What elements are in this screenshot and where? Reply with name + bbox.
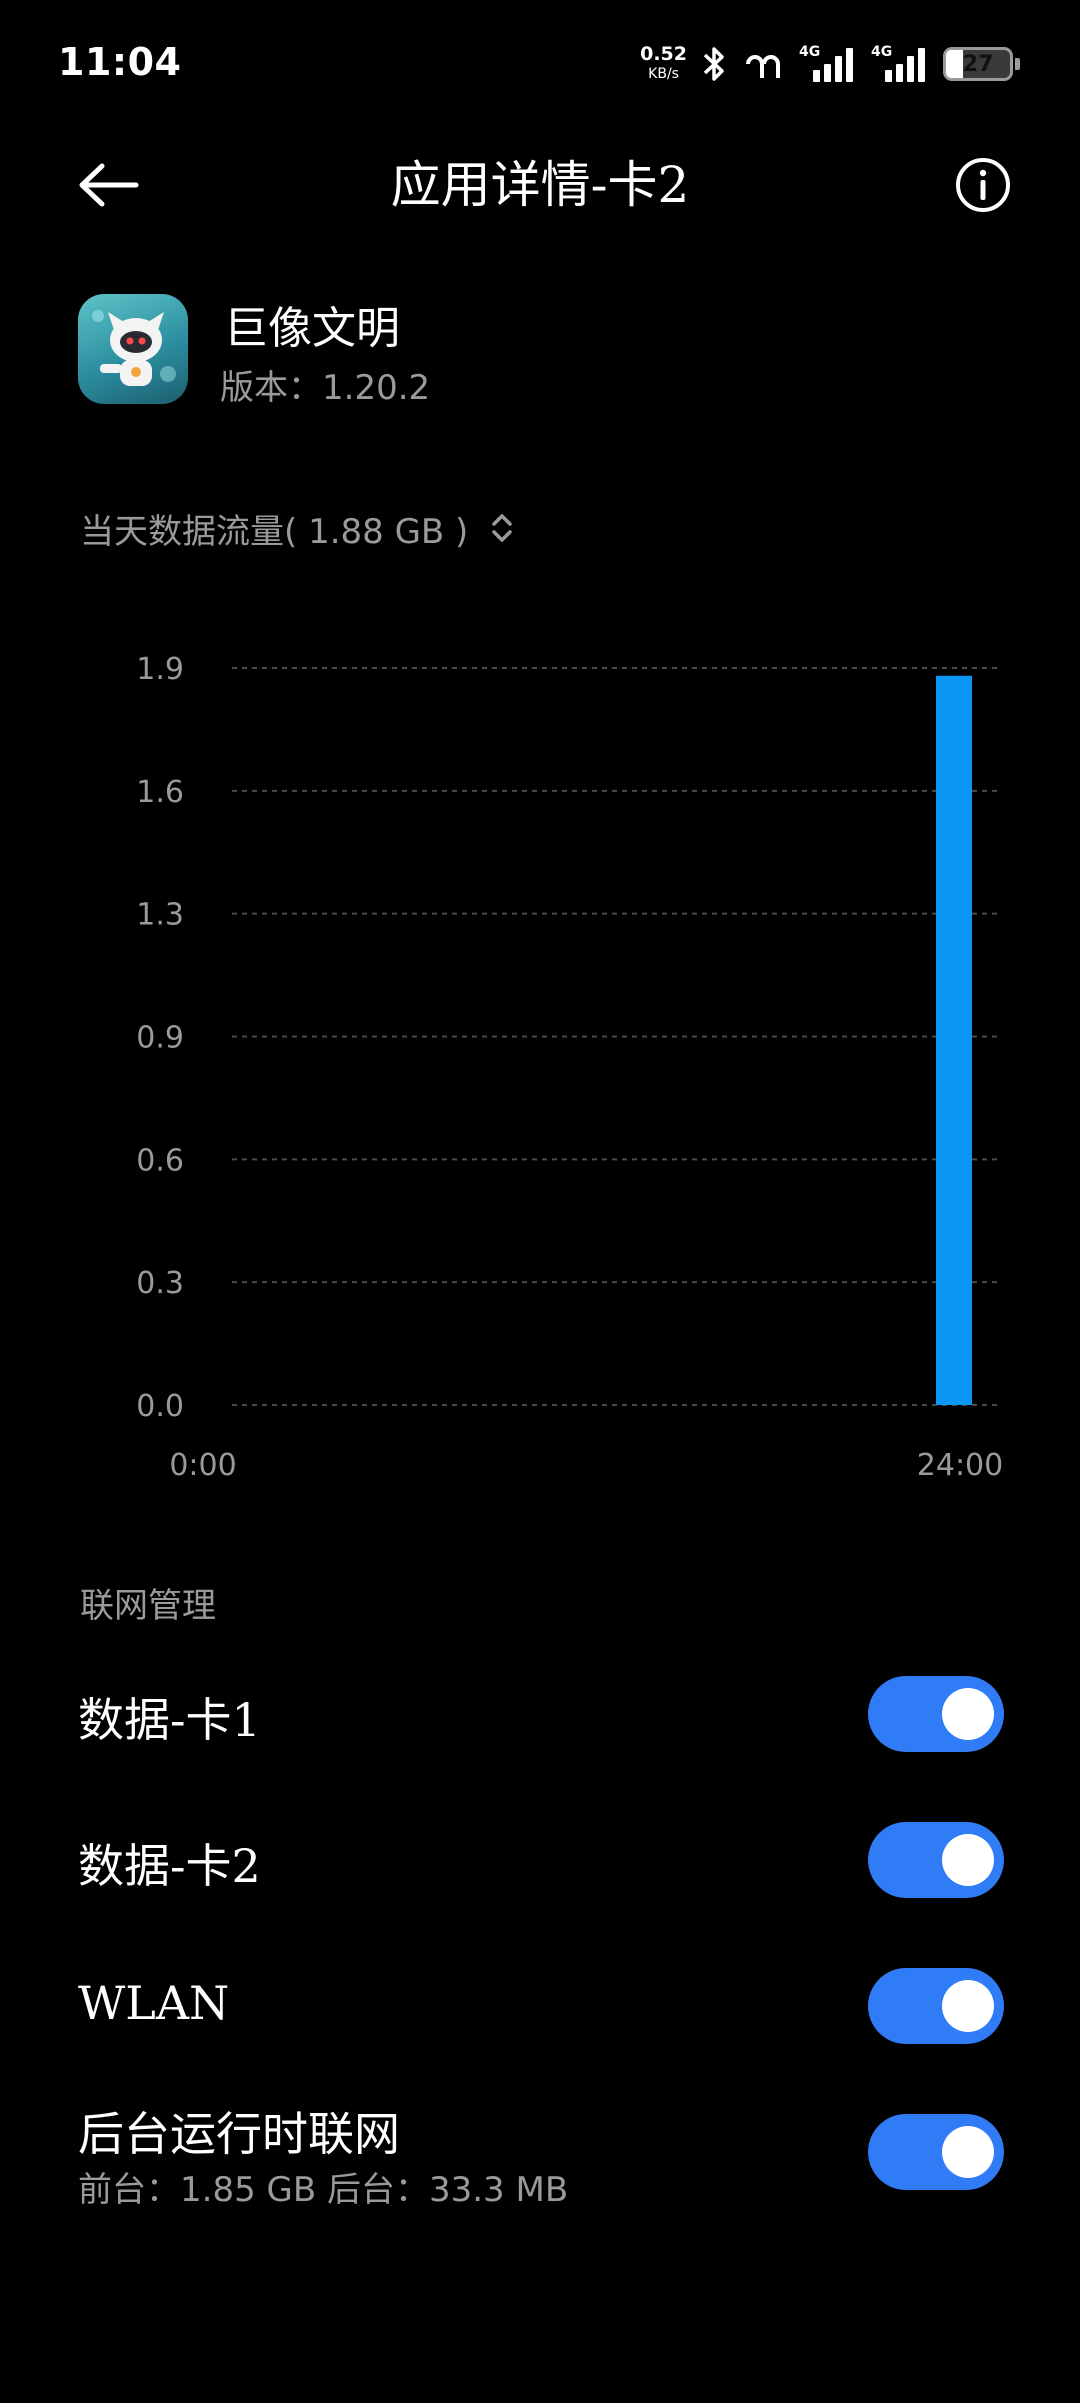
battery-icon: 27 xyxy=(943,47,1013,81)
chart-y-tick-label: 0.0 xyxy=(136,1389,184,1424)
network-row-label: 数据-卡1 xyxy=(78,1693,261,1747)
battery-cap xyxy=(1015,58,1020,70)
usage-period-selector[interactable]: 当天数据流量( 1.88 GB ) xyxy=(80,500,514,556)
sim1-network-type: 4G xyxy=(799,44,821,60)
daily-usage-chart: 1.9 1.6 1.3 0.9 0.6 0.3 0.0 0:00 24:00 xyxy=(0,640,1080,1520)
chart-y-tick-label: 0.3 xyxy=(136,1266,184,1301)
network-speed: 0.52 KB/s xyxy=(640,44,687,84)
app-version: 版本：1.20.2 xyxy=(220,368,431,408)
network-row-wlan[interactable]: WLAN xyxy=(0,1936,1080,2076)
battery-level: 27 xyxy=(962,51,994,77)
usage-label: 当天数据流量( 1.88 GB ) xyxy=(80,511,469,552)
chart-y-tick-label: 1.3 xyxy=(136,898,184,933)
status-icons: 0.52 KB/s 4G 4G 27 xyxy=(640,40,1020,88)
app-icon xyxy=(78,294,188,404)
chart-svg: 1.9 1.6 1.3 0.9 0.6 0.3 0.0 0:00 24:00 xyxy=(136,652,1003,1483)
network-row-label: WLAN xyxy=(78,1976,230,2030)
chart-bar xyxy=(936,675,972,1405)
info-button[interactable] xyxy=(948,150,1018,220)
network-row-sublabel: 前台：1.85 GB 后台：33.3 MB xyxy=(78,2170,569,2210)
chart-x-tick-label: 0:00 xyxy=(169,1448,236,1483)
chart-y-tick-label: 1.6 xyxy=(136,775,184,810)
sim2-network-type: 4G xyxy=(871,44,893,60)
chart-y-tick-label: 1.9 xyxy=(136,652,184,687)
network-speed-unit: KB/s xyxy=(648,66,679,82)
app-mascot-icon xyxy=(92,310,176,386)
chart-y-tick-label: 0.6 xyxy=(136,1143,184,1178)
network-speed-value: 0.52 xyxy=(640,43,687,65)
sim1-data-toggle[interactable] xyxy=(868,1676,1004,1752)
app-name: 巨像文明 xyxy=(224,303,400,354)
info-icon xyxy=(956,158,1010,212)
signal-icon-sim2: 4G xyxy=(871,44,929,84)
page-title: 应用详情-卡2 xyxy=(390,156,690,214)
wlan-toggle[interactable] xyxy=(868,1968,1004,2044)
network-row-sim1[interactable]: 数据-卡1 xyxy=(0,1644,1080,1784)
up-down-chevron-icon xyxy=(492,514,513,542)
network-row-label: 数据-卡2 xyxy=(78,1839,261,1893)
chart-x-tick-label: 24:00 xyxy=(917,1448,1003,1483)
status-time: 11:04 xyxy=(58,40,182,84)
network-row-background[interactable]: 后台运行时联网 前台：1.85 GB 后台：33.3 MB xyxy=(0,2082,1080,2222)
chart-y-tick-label: 0.9 xyxy=(136,1021,184,1056)
earbuds-icon xyxy=(746,55,780,78)
network-section-title: 联网管理 xyxy=(80,1586,216,1626)
network-row-sim2[interactable]: 数据-卡2 xyxy=(0,1790,1080,1930)
status-bar: 11:04 0.52 KB/s 4G 4G 27 xyxy=(0,0,1080,130)
network-row-label: 后台运行时联网 xyxy=(78,2107,400,2161)
background-network-toggle[interactable] xyxy=(868,2114,1004,2190)
sim2-data-toggle[interactable] xyxy=(868,1822,1004,1898)
signal-icon-sim1: 4G xyxy=(799,44,857,84)
bluetooth-icon xyxy=(703,47,724,81)
app-detail-screen: 11:04 0.52 KB/s 4G 4G 27 应用详情-卡2 巨像文明 版本… xyxy=(0,0,1080,2403)
